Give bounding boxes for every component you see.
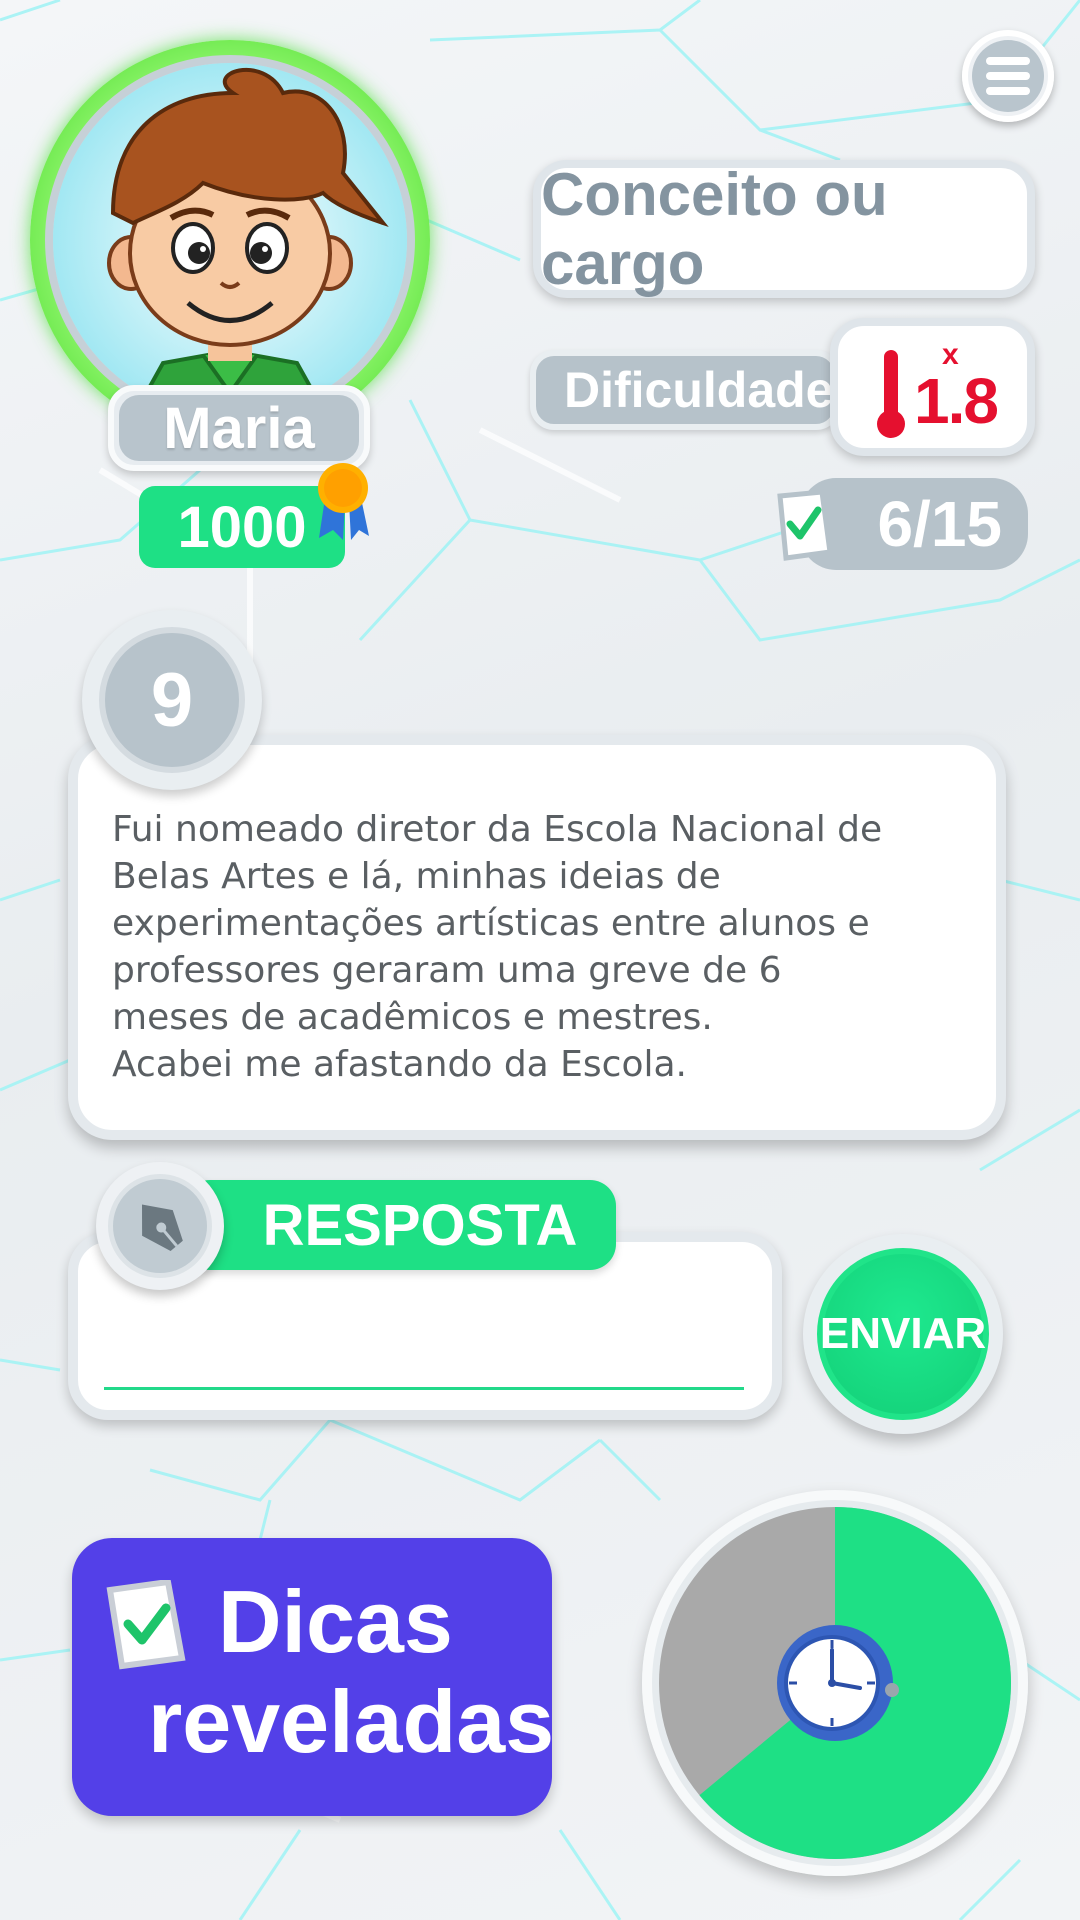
question-text: Fui nomeado diretor da Escola Nacional d… xyxy=(112,809,883,1085)
player-name-plate: Maria xyxy=(108,385,370,471)
difficulty-value: 1.8 xyxy=(914,365,999,437)
answer-label: RESPOSTA xyxy=(184,1180,616,1270)
hints-label-line2: reveladas xyxy=(148,1672,555,1771)
boy-avatar-illustration xyxy=(53,63,407,417)
player-avatar xyxy=(30,40,430,440)
question-progress-text: 6/15 xyxy=(877,488,1002,560)
hints-label-line1: Dicas xyxy=(218,1572,453,1671)
medal-icon xyxy=(318,463,369,540)
category-label: Conceito ou cargo xyxy=(533,160,1035,298)
menu-button[interactable] xyxy=(962,30,1054,122)
difficulty-value-box: x 1.8 xyxy=(830,318,1035,456)
revealed-hints-button[interactable]: Dicas reveladas xyxy=(72,1538,555,1816)
difficulty-label: Dificuldade xyxy=(530,350,840,430)
checklist-icon xyxy=(777,490,833,561)
pen-badge xyxy=(96,1162,224,1290)
question-number: 9 xyxy=(99,627,245,773)
question-number-badge: 9 xyxy=(82,610,262,790)
send-button-label: ENVIAR xyxy=(817,1248,989,1420)
answer-input[interactable] xyxy=(104,1300,744,1390)
hamburger-menu-icon xyxy=(972,40,1044,112)
question-progress: 6/15 xyxy=(800,478,1028,570)
thermometer-icon xyxy=(877,350,905,438)
fountain-pen-icon xyxy=(142,1204,183,1252)
player-name: Maria xyxy=(119,395,359,461)
send-button[interactable]: ENVIAR xyxy=(803,1234,1003,1434)
timer xyxy=(642,1490,1028,1876)
